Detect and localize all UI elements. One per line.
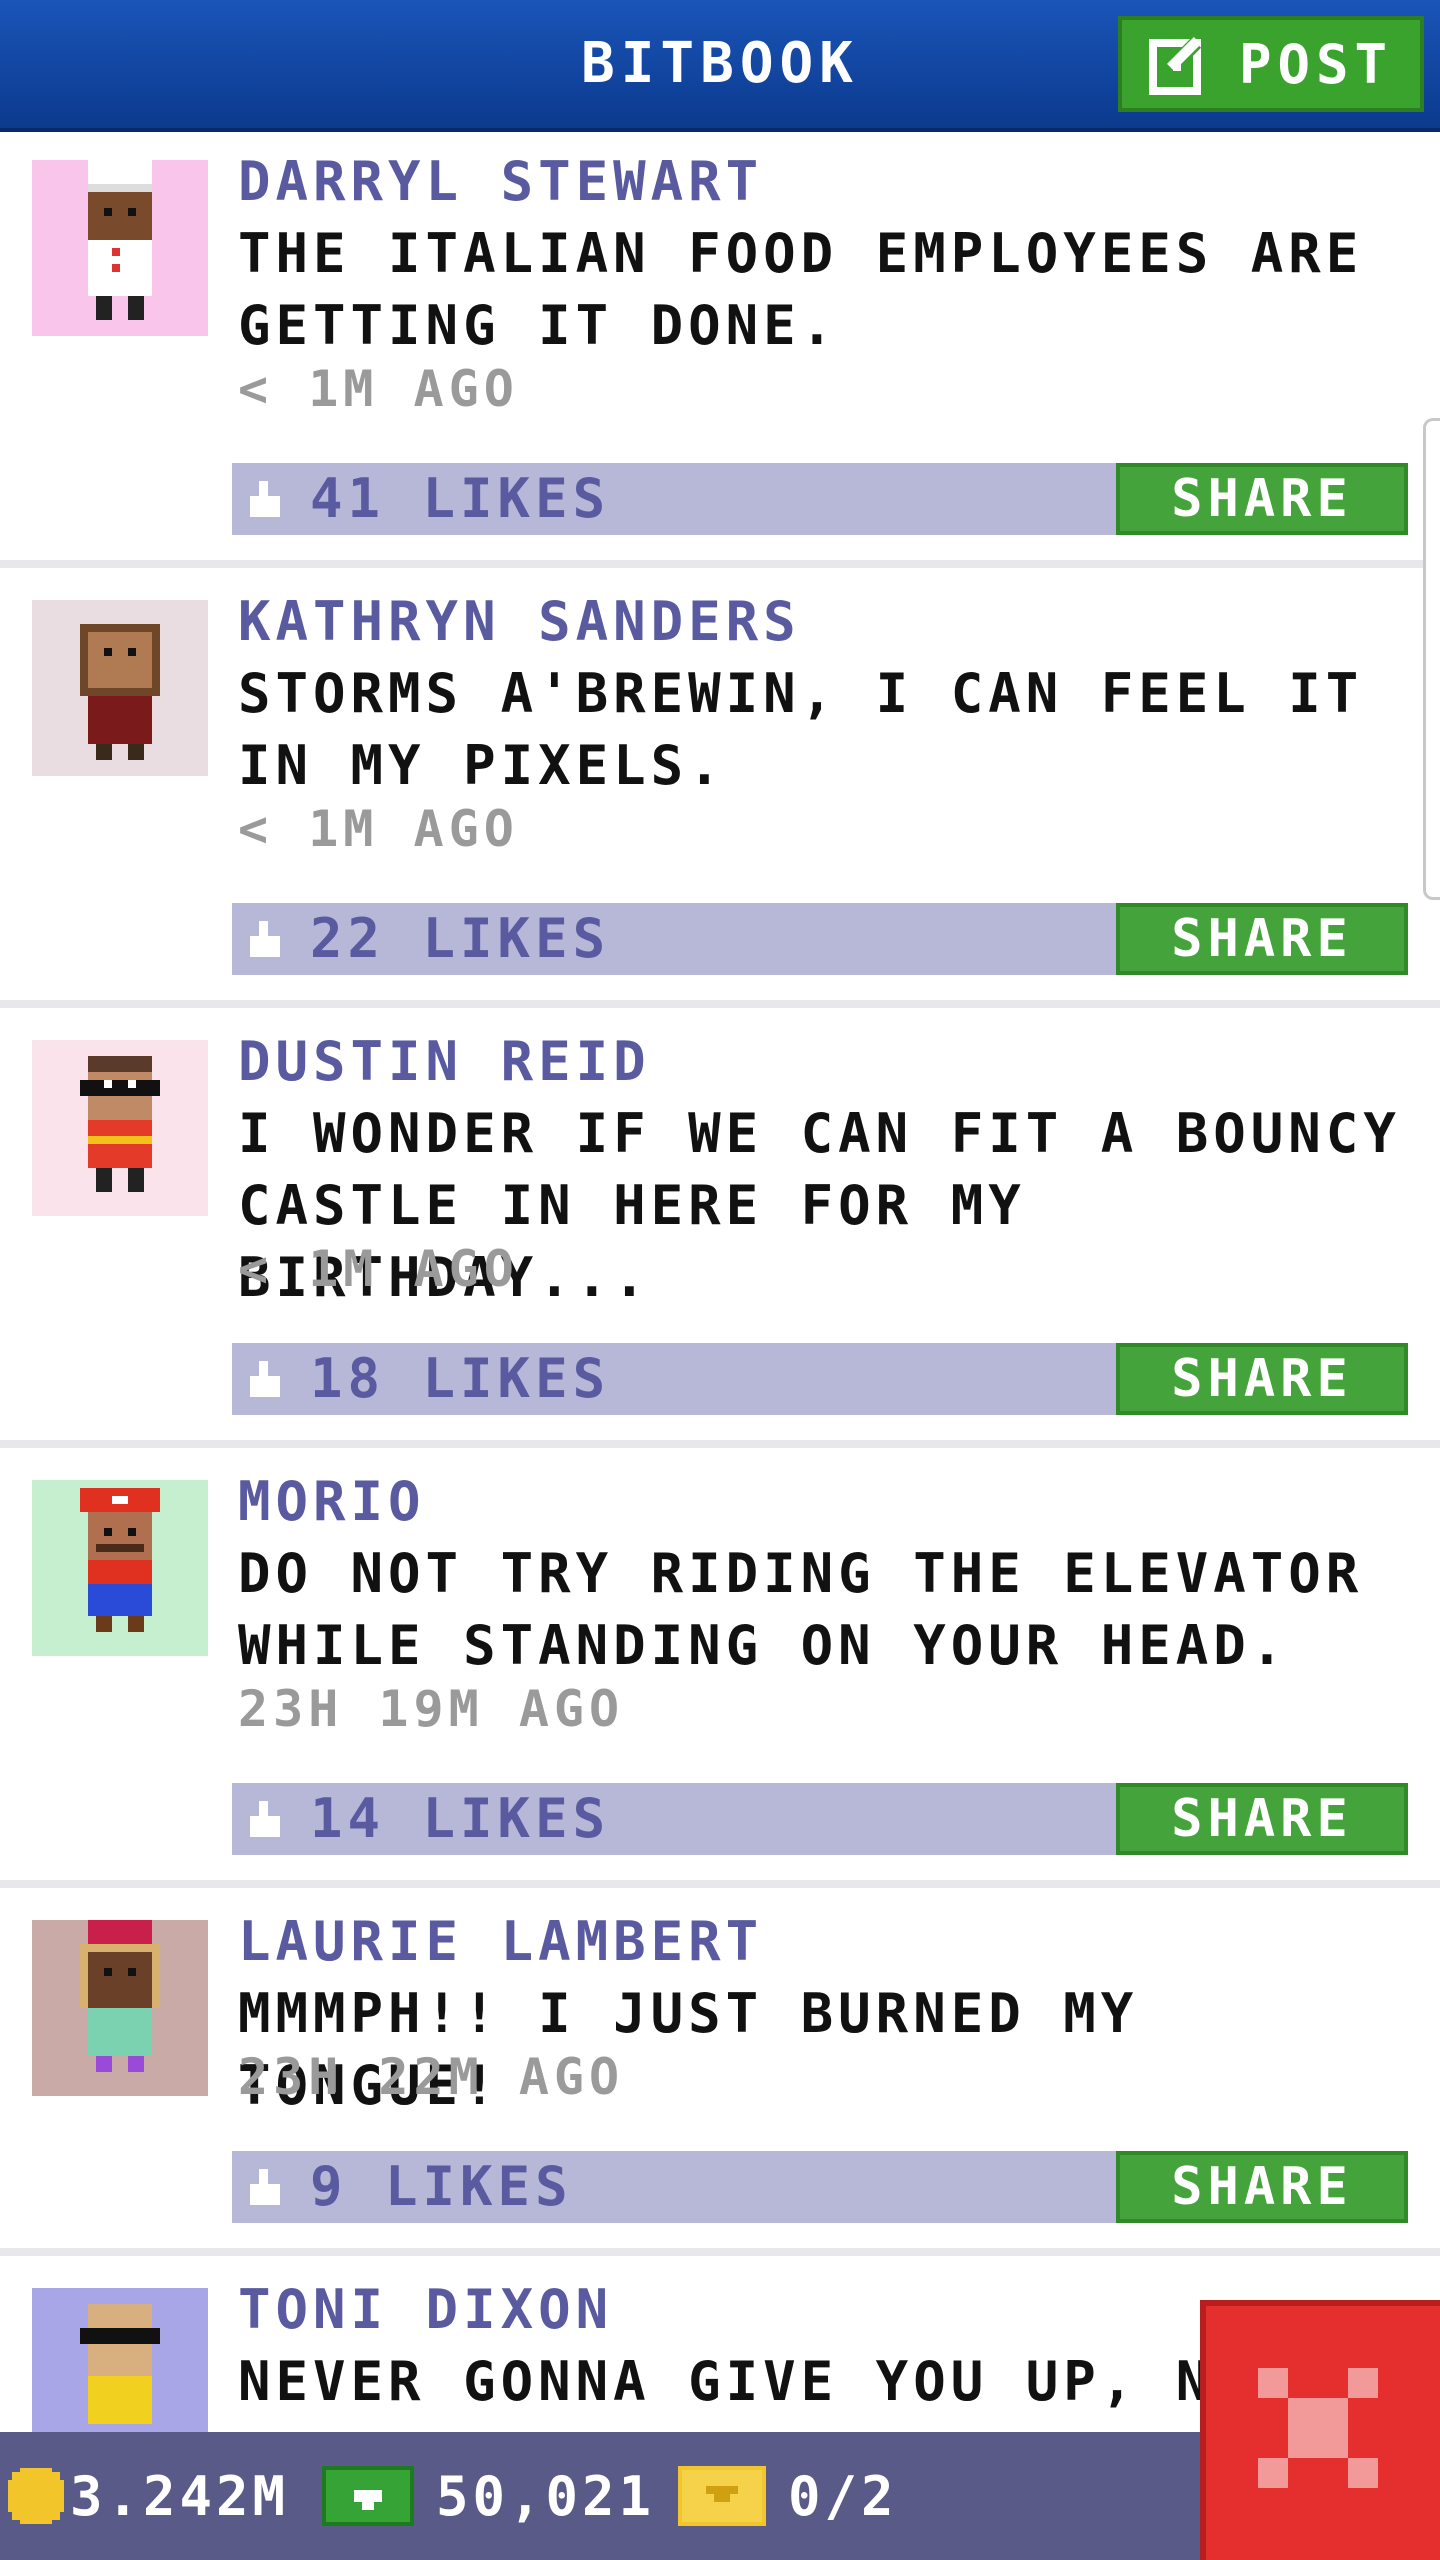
likes-bar: 41 LIKES SHARE: [232, 463, 1408, 535]
share-button[interactable]: SHARE: [1116, 1783, 1408, 1855]
coins-value: 3.242M: [70, 2464, 290, 2528]
post-timestamp: < 1M AGO: [238, 800, 519, 858]
post-button-label: POST: [1238, 32, 1394, 96]
tickets-stat[interactable]: 0/2: [678, 2432, 898, 2560]
plumber-avatar-icon: [80, 1488, 160, 1632]
post-button[interactable]: POST: [1118, 16, 1424, 112]
bux-icon: [322, 2466, 414, 2526]
feed-post: DUSTIN REID I WONDER IF WE CAN FIT A BOU…: [0, 1008, 1440, 1448]
avatar: [32, 1920, 208, 2096]
woman-avatar-icon: [80, 624, 160, 760]
thumbs-up-icon[interactable]: [250, 1801, 280, 1837]
ticket-icon: [678, 2466, 766, 2526]
app-header: BITBOOK POST: [0, 0, 1440, 132]
share-button[interactable]: SHARE: [1116, 2151, 1408, 2223]
feed-post: MORIO DO NOT TRY RIDING THE ELEVATOR WHI…: [0, 1448, 1440, 1888]
bux-stat[interactable]: 50,021: [322, 2432, 655, 2560]
post-timestamp: < 1M AGO: [238, 1240, 519, 1298]
thumbs-up-icon[interactable]: [250, 921, 280, 957]
likes-bar: 14 LIKES SHARE: [232, 1783, 1408, 1855]
share-button[interactable]: SHARE: [1116, 463, 1408, 535]
likes-count: 18 LIKES: [310, 1347, 611, 1410]
likes-bar: 22 LIKES SHARE: [232, 903, 1408, 975]
feed-post: LAURIE LAMBERT MMMPH!! I JUST BURNED MY …: [0, 1888, 1440, 2256]
post-timestamp: 23H 19M AGO: [238, 1680, 625, 1738]
thumbs-up-icon[interactable]: [250, 1361, 280, 1397]
likes-bar: 9 LIKES SHARE: [232, 2151, 1408, 2223]
scrollbar[interactable]: [1423, 418, 1440, 900]
post-timestamp: < 1M AGO: [238, 360, 519, 418]
post-message: THE ITALIAN FOOD EMPLOYEES ARE GETTING I…: [238, 222, 1364, 357]
post-author[interactable]: KATHRYN SANDERS: [238, 590, 801, 653]
avatar: [32, 160, 208, 336]
close-icon: [1258, 2368, 1378, 2488]
share-button[interactable]: SHARE: [1116, 903, 1408, 975]
avatar: [32, 600, 208, 776]
close-button[interactable]: [1200, 2300, 1440, 2560]
likes-count: 14 LIKES: [310, 1787, 611, 1850]
likes-count: 41 LIKES: [310, 467, 611, 530]
avatar: [32, 1480, 208, 1656]
likes-bar: 18 LIKES SHARE: [232, 1343, 1408, 1415]
post-message: STORMS A'BREWIN, I CAN FEEL IT IN MY PIX…: [238, 662, 1364, 797]
thumbs-up-icon[interactable]: [250, 481, 280, 517]
share-button[interactable]: SHARE: [1116, 1343, 1408, 1415]
thumbs-up-icon[interactable]: [250, 2169, 280, 2205]
avatar: [32, 1040, 208, 1216]
feed-post: KATHRYN SANDERS STORMS A'BREWIN, I CAN F…: [0, 568, 1440, 1008]
post-author[interactable]: DUSTIN REID: [238, 1030, 651, 1093]
post-timestamp: 23H 22M AGO: [238, 2048, 625, 2106]
tickets-value: 0/2: [788, 2464, 898, 2528]
post-message: DO NOT TRY RIDING THE ELEVATOR WHILE STA…: [238, 1542, 1364, 1677]
edit-icon: [1148, 37, 1202, 95]
post-author[interactable]: MORIO: [238, 1470, 426, 1533]
chef-avatar-icon: [88, 160, 152, 320]
likes-count: 9 LIKES: [310, 2155, 573, 2218]
post-author[interactable]: TONI DIXON: [238, 2278, 613, 2341]
feed[interactable]: DARRYL STEWART THE ITALIAN FOOD EMPLOYEE…: [0, 128, 1440, 2556]
bux-value: 50,021: [436, 2464, 656, 2528]
coins-stat[interactable]: 3.242M: [8, 2432, 289, 2560]
coin-icon: [8, 2468, 64, 2524]
likes-count: 22 LIKES: [310, 907, 611, 970]
woman-beret-avatar-icon: [80, 1920, 160, 2072]
post-author[interactable]: DARRYL STEWART: [238, 150, 763, 213]
feed-post: DARRYL STEWART THE ITALIAN FOOD EMPLOYEE…: [0, 128, 1440, 568]
post-author[interactable]: LAURIE LAMBERT: [238, 1910, 763, 1973]
masked-man-avatar-icon: [80, 1056, 160, 1192]
